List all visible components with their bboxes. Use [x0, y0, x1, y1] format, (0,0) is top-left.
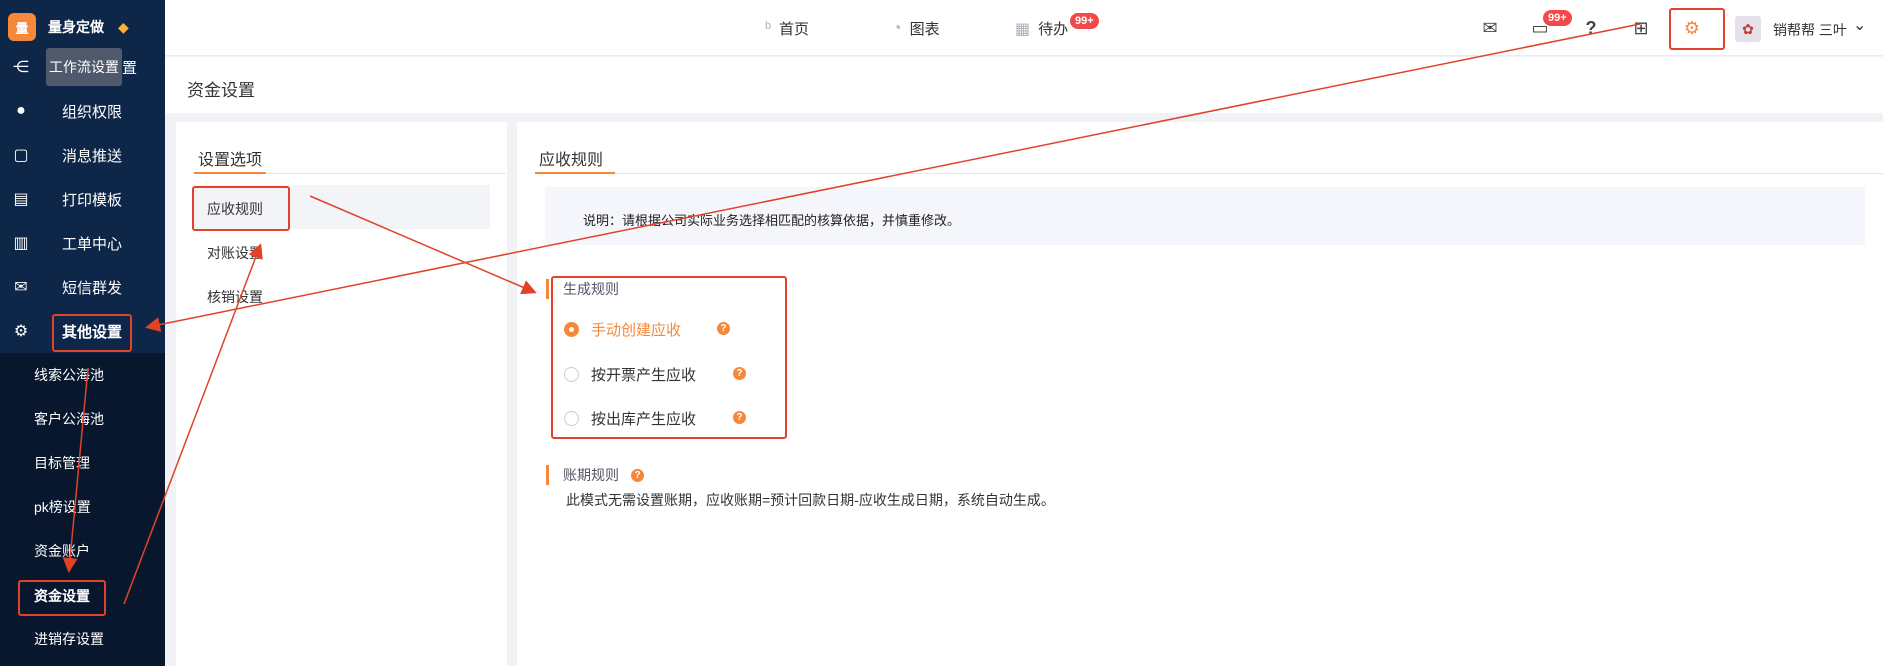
clipboard-icon: ▥ — [13, 235, 29, 252]
home-icon: ᵇ — [765, 19, 772, 37]
calendar-icon: ▦ — [1015, 20, 1031, 38]
tab-todo[interactable]: ▦ 待办 — [1015, 18, 1068, 39]
avatar[interactable]: ✿ — [1735, 16, 1761, 42]
top-bar: ᵇ 首页 ◔ 图表 ▦ 待办 99+ ✉ ▭ 99+ ? ⊞ ⚙ ✿ 销帮帮 三… — [165, 0, 1883, 56]
tab-label: 图表 — [909, 21, 940, 38]
sidebar-item-label: 工单中心 — [62, 235, 123, 253]
active-tab-underline — [535, 172, 615, 174]
info-note: 说明：请根据公司实际业务选择相匹配的核算依据，并慎重修改。 — [545, 187, 1865, 245]
settings-panel-title: 设置选项 — [198, 152, 263, 169]
workflow-icon: ⋲ — [13, 59, 29, 76]
sidebar: 量 量身定做 ◆ ⋲ 工作流设置 ● 组织权限 ▢ 消息推送 ▤ 打印模板 ▥ … — [0, 0, 165, 666]
annotation-box-receivable-rules — [192, 186, 290, 231]
sidebar-subitem-target-management[interactable]: 目标管理 — [34, 453, 90, 473]
chevron-down-icon[interactable]: ⌄ — [1853, 15, 1866, 35]
sidebar-subitem-lead-pool[interactable]: 线索公海池 — [34, 365, 104, 385]
sidebar-item-ticket-center[interactable]: ▥ 工单中心 — [0, 221, 165, 265]
period-rule-description: 此模式无需设置账期，应收账期=预计回款日期-应收生成日期，系统自动生成。 — [566, 492, 1055, 508]
sidebar-item-print-template[interactable]: ▤ 打印模板 — [0, 177, 165, 221]
brand-name: 量身定做 — [48, 19, 104, 35]
grid-icon[interactable]: ⊞ — [1628, 15, 1654, 41]
sidebar-item-label: 消息推送 — [62, 147, 123, 165]
chart-icon: ◔ — [892, 19, 902, 37]
option-writeoff-settings[interactable]: 核销设置 — [207, 287, 263, 307]
divider — [535, 173, 1883, 174]
period-rule-label: 账期规则 — [546, 465, 619, 485]
sidebar-item-label: 组织权限 — [62, 103, 123, 121]
settings-options-panel: 设置选项 应收规则 对账设置 核销设置 — [176, 122, 507, 666]
message-badge: 99+ — [1543, 10, 1572, 26]
todo-badge: 99+ — [1070, 13, 1099, 29]
sidebar-item-message-push[interactable]: ▢ 消息推送 — [0, 133, 165, 177]
tab-label: 待办 — [1038, 21, 1069, 38]
main-panel-title: 应收规则 — [539, 152, 604, 169]
mail-icon: ✉ — [14, 279, 28, 296]
tab-charts[interactable]: ◔ 图表 — [892, 18, 940, 39]
sidebar-subitem-pk-settings[interactable]: pk榜设置 — [34, 497, 91, 517]
annotation-box-other-settings — [52, 314, 132, 352]
sidebar-subitem-inventory-settings[interactable]: 进销存设置 — [34, 629, 104, 649]
sidebar-item-label: 打印模板 — [62, 191, 123, 209]
page-title-bar: 资金设置 — [165, 57, 1883, 113]
active-tab-underline — [194, 172, 266, 174]
sidebar-item-sms[interactable]: ✉ 短信群发 — [0, 265, 165, 309]
page-title: 资金设置 — [187, 81, 255, 100]
annotation-box-generate-rules — [551, 276, 787, 439]
tooltip: 工作流设置 — [46, 48, 122, 86]
printer-icon: ▤ — [13, 191, 29, 208]
sidebar-item-org-permissions[interactable]: ● 组织权限 — [0, 89, 165, 133]
annotation-box-settings — [1669, 8, 1725, 50]
tab-label: 首页 — [779, 21, 810, 38]
annotation-box-fund-settings — [18, 580, 106, 616]
user-circle-icon: ● — [16, 102, 26, 119]
tab-home[interactable]: ᵇ 首页 — [765, 18, 809, 39]
user-name[interactable]: 销帮帮 三叶 — [1773, 20, 1847, 40]
diamond-icon: ◆ — [118, 18, 129, 35]
help-icon[interactable]: ? — [1578, 15, 1604, 41]
sidebar-item-label: 短信群发 — [62, 279, 123, 297]
mail-icon[interactable]: ✉ — [1477, 15, 1503, 41]
help-icon[interactable]: ? — [631, 469, 644, 482]
brand-logo: 量 — [8, 13, 36, 41]
message-icon: ▢ — [13, 147, 29, 164]
sidebar-subitem-fund-account[interactable]: 资金账户 — [34, 541, 90, 561]
option-reconciliation-settings[interactable]: 对账设置 — [207, 243, 263, 263]
sidebar-subitem-customer-pool[interactable]: 客户公海池 — [34, 409, 104, 429]
gear-icon: ⚙ — [13, 323, 29, 340]
